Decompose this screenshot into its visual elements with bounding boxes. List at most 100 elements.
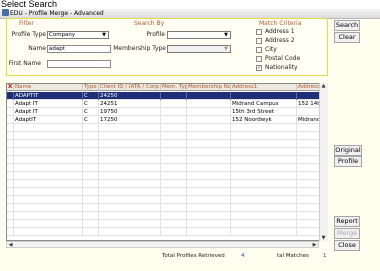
cell-type [83, 172, 99, 180]
cell-membership-no [187, 108, 231, 116]
match-postal-code-checkbox[interactable]: Postal Code [256, 55, 300, 63]
profile-select[interactable]: ▼ [167, 31, 231, 39]
table-row[interactable] [7, 228, 327, 236]
cell-select [7, 148, 14, 156]
match-address1-checkbox[interactable]: Address 1 [256, 28, 295, 36]
table-row[interactable] [7, 172, 327, 180]
match-nationality-checkbox[interactable]: ✓ Nationality [256, 64, 298, 72]
table-row[interactable] [7, 196, 327, 204]
cell-type [83, 140, 99, 148]
table-row[interactable] [7, 180, 327, 188]
cell-type [83, 220, 99, 228]
profile-type-select[interactable]: Company ▼ [47, 31, 109, 39]
cell-client-id [99, 196, 161, 204]
cell-mem-type [161, 132, 187, 140]
cell-address1: 152 Noordwyk [231, 116, 297, 124]
column-header-mem-type[interactable]: Mem. Type [161, 84, 187, 91]
table-row[interactable] [7, 204, 327, 212]
table-row[interactable] [7, 156, 327, 164]
original-button[interactable]: Original [334, 145, 362, 156]
cell-address1 [231, 212, 297, 220]
cell-select [7, 140, 14, 148]
table-row[interactable] [7, 188, 327, 196]
cell-membership-no [187, 204, 231, 212]
cell-mem-type [161, 220, 187, 228]
close-button[interactable]: Close [334, 240, 360, 251]
cell-mem-type [161, 92, 187, 100]
cell-select [7, 212, 14, 220]
cell-select [7, 108, 14, 116]
column-header-type[interactable]: Type [83, 84, 99, 91]
scroll-left-icon[interactable]: ◀ [7, 242, 14, 248]
cell-address1 [231, 148, 297, 156]
table-row[interactable] [7, 164, 327, 172]
cell-name [14, 196, 83, 204]
cell-client-id: 19750 [99, 108, 161, 116]
search-button[interactable]: Search [334, 20, 360, 31]
membership-type-select[interactable]: ▼ [167, 45, 231, 53]
cell-type [83, 124, 99, 132]
column-header-select[interactable]: X [7, 84, 14, 91]
cell-membership-no [187, 156, 231, 164]
cell-mem-type [161, 116, 187, 124]
table-row[interactable]: AdaptIT C 17250 152 Noordwyk Midrand [7, 116, 327, 124]
chevron-down-icon: ▼ [224, 46, 228, 52]
cell-name [14, 204, 83, 212]
cell-address1 [231, 156, 297, 164]
name-input[interactable]: adapt [47, 45, 111, 53]
table-row[interactable] [7, 132, 327, 140]
cell-address1 [231, 196, 297, 204]
cell-select [7, 196, 14, 204]
cell-mem-type [161, 228, 187, 236]
cell-select [7, 92, 14, 100]
profile-type-label: Profile Type [11, 31, 46, 38]
scroll-right-icon[interactable]: ▶ [311, 242, 318, 248]
match-address2-checkbox[interactable]: Address 2 [256, 37, 295, 45]
first-name-input[interactable] [47, 60, 111, 68]
report-button[interactable]: Report [334, 216, 360, 227]
scroll-down-icon[interactable]: ▼ [320, 235, 327, 241]
cell-type: C [83, 92, 99, 100]
total-profiles-value: 4 [241, 253, 245, 259]
cell-address1 [231, 164, 297, 172]
cell-client-id [99, 220, 161, 228]
match-city-checkbox[interactable]: City [256, 46, 277, 54]
column-header-name[interactable]: Name [14, 84, 83, 91]
profile-button[interactable]: Profile [334, 156, 362, 167]
clear-button[interactable]: Clear [334, 32, 360, 43]
cell-name [14, 148, 83, 156]
table-row[interactable] [7, 148, 327, 156]
checkmark-icon: ✓ [256, 65, 262, 71]
app-icon [2, 9, 9, 16]
cell-type [83, 188, 99, 196]
cell-client-id [99, 156, 161, 164]
column-header-address1[interactable]: Address1 [231, 84, 297, 91]
table-row[interactable] [7, 220, 327, 228]
table-row[interactable]: Adapt IT C 19750 15th 3rd Street [7, 108, 327, 116]
table-row[interactable] [7, 124, 327, 132]
cell-client-id: 17250 [99, 116, 161, 124]
cell-membership-no [187, 116, 231, 124]
scroll-up-icon[interactable]: ▲ [320, 83, 327, 89]
cell-mem-type [161, 180, 187, 188]
table-row[interactable]: Adapt IT C 24251 Midrand Campus 152 14th [7, 100, 327, 108]
table-row[interactable] [7, 140, 327, 148]
search-criteria-panel: Filter Search By Match Criteria Profile … [6, 18, 328, 76]
vertical-scrollbar[interactable]: ▲ ▼ [319, 83, 328, 241]
membership-type-label: Membership Type [113, 45, 166, 52]
cell-client-id: 24251 [99, 100, 161, 108]
cell-type [83, 196, 99, 204]
cell-name [14, 172, 83, 180]
merge-button[interactable]: Merge [334, 228, 360, 239]
grid-header: X Name Type Client ID / IATA / Corp Mem.… [7, 84, 327, 91]
column-header-membership-no[interactable]: Membership No [187, 84, 231, 91]
cell-client-id: 24250 [99, 92, 161, 100]
cell-address1 [231, 220, 297, 228]
table-row[interactable] [7, 212, 327, 220]
column-header-client-id[interactable]: Client ID / IATA / Corp [99, 84, 161, 91]
cell-type [83, 156, 99, 164]
cell-name [14, 180, 83, 188]
table-row[interactable]: ADAPTIT C 24250 [7, 92, 327, 100]
horizontal-scrollbar[interactable]: ◀ ▶ [6, 241, 319, 248]
cell-type [83, 148, 99, 156]
